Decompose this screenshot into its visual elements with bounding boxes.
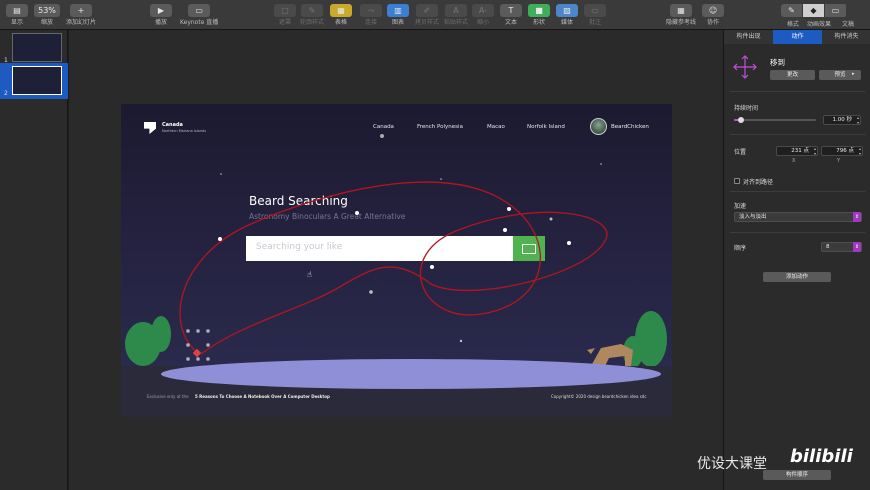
- align-path-label: 对齐到路径: [743, 179, 774, 186]
- hide-guides-button[interactable]: ▦ 隐藏参考线: [666, 4, 696, 26]
- paste-style-icon: A: [445, 4, 467, 17]
- mask-button[interactable]: ▢ 遮罩: [274, 4, 296, 26]
- outline-icon: ✎: [301, 4, 323, 17]
- document-label: 文稿: [842, 21, 855, 28]
- zoom-out-button[interactable]: A- 缩小: [472, 4, 494, 26]
- order-value: 8: [826, 244, 830, 250]
- connect-button[interactable]: ⤳ 连接: [360, 4, 382, 26]
- add-action-button[interactable]: 添加动作: [763, 272, 831, 282]
- slide-thumbnail-1[interactable]: 1: [0, 30, 68, 66]
- divider: [730, 191, 865, 192]
- bilibili-logo: bilibili: [790, 446, 853, 467]
- toolbar: ▤ 显示 53% 缩放 + 添加幻灯片 ▶ 播放 ▭ Keynote 直播 ▢ …: [0, 0, 870, 30]
- table-button[interactable]: ▦ 表格: [330, 4, 352, 26]
- connect-icon: ⤳: [360, 4, 382, 17]
- divider: [730, 134, 865, 135]
- align-path-checkbox[interactable]: [734, 178, 740, 184]
- chevron-updown-icon: ⇕: [853, 212, 861, 222]
- duration-slider[interactable]: [734, 117, 816, 123]
- shape-button[interactable]: ■ 形状: [528, 4, 550, 26]
- format-label: 格式: [787, 21, 800, 28]
- format-icon[interactable]: ✎: [781, 4, 803, 17]
- live-icon: ▭: [188, 4, 211, 17]
- zoom-value: 53%: [34, 4, 60, 17]
- position-label: 位置: [734, 149, 747, 156]
- shape-icon: ■: [528, 4, 550, 17]
- divider: [730, 232, 865, 233]
- slide-thumbnail-image: [12, 66, 62, 95]
- guides-icon: ▦: [670, 4, 692, 17]
- acceleration-select[interactable]: 淡入与淡出 ⇕: [734, 212, 862, 222]
- collaborate-button[interactable]: ☺ 协作: [702, 4, 724, 26]
- add-slide-button[interactable]: + 添加幻灯片: [66, 4, 96, 26]
- slide[interactable]: Canada Northern Mariana Islands Canada F…: [121, 104, 672, 417]
- play-button[interactable]: ▶ 播放: [150, 4, 172, 26]
- plus-icon: +: [70, 4, 92, 17]
- chevron-updown-icon: ⇕: [853, 242, 861, 252]
- keynote-live-button[interactable]: ▭ Keynote 直播: [180, 4, 218, 26]
- preview-play-icon: ▸: [852, 71, 855, 77]
- copy-style-icon: ✐: [416, 4, 438, 17]
- inspector-segmented-control: ✎ ◆ ▭: [781, 4, 847, 17]
- view-button[interactable]: ▤ 显示: [6, 4, 28, 26]
- duration-label: 持续时间: [734, 105, 759, 112]
- mask-icon: ▢: [274, 4, 296, 17]
- text-button[interactable]: T 文本: [500, 4, 522, 26]
- slide-thumbnail-image: [12, 33, 62, 62]
- paste-style-button[interactable]: A 粘贴样式: [444, 4, 468, 26]
- slide-thumbnail-2[interactable]: 2: [0, 63, 68, 99]
- acceleration-label: 加速: [734, 203, 747, 210]
- order-select[interactable]: 8 ⇕: [821, 242, 862, 252]
- svg-text:☝: ☝: [307, 270, 312, 279]
- position-x-stepper[interactable]: ▴ ▾: [812, 146, 818, 156]
- text-icon: T: [500, 4, 522, 17]
- chart-icon: ▥: [387, 4, 409, 17]
- chart-button[interactable]: ▥ 图表: [387, 4, 409, 26]
- table-icon: ▦: [330, 4, 352, 17]
- divider: [730, 91, 865, 92]
- position-y-stepper[interactable]: ▴ ▾: [857, 146, 863, 156]
- watermark-text: 优设大课堂: [697, 456, 767, 472]
- slide-canvas[interactable]: Canada Northern Mariana Islands Canada F…: [69, 30, 723, 490]
- view-icon: ▤: [6, 4, 28, 17]
- animate-inspector: 构件出现 动作 构件消失 移到 更改 预览 ▸ 持续时间 1.00 秒 ▴ ▾ 位…: [723, 30, 870, 490]
- tab-build-out[interactable]: 构件消失: [822, 30, 870, 44]
- effect-name: 移到: [770, 58, 785, 67]
- slide-navigator: 1 2: [0, 30, 68, 490]
- keynote-window: ▤ 显示 53% 缩放 + 添加幻灯片 ▶ 播放 ▭ Keynote 直播 ▢ …: [0, 0, 870, 490]
- move-arrows-icon: [733, 55, 757, 79]
- media-icon: ▨: [556, 4, 578, 17]
- motion-path[interactable]: ☝: [121, 104, 672, 417]
- tab-action[interactable]: 动作: [773, 30, 822, 44]
- comment-button[interactable]: ▭ 批注: [584, 4, 606, 26]
- comment-icon: ▭: [584, 4, 606, 17]
- inspector-tabs: 构件出现 动作 构件消失: [724, 30, 870, 44]
- document-icon[interactable]: ▭: [825, 4, 847, 17]
- x-caption: X: [792, 158, 796, 164]
- zoom-out-icon: A-: [472, 4, 494, 17]
- build-order-button[interactable]: 构件顺序: [763, 470, 831, 480]
- change-button[interactable]: 更改: [770, 70, 815, 80]
- play-icon: ▶: [150, 4, 172, 17]
- media-button[interactable]: ▨ 媒体: [556, 4, 578, 26]
- y-caption: Y: [837, 158, 841, 164]
- collaborate-icon: ☺: [702, 4, 724, 17]
- animate-label: 动画效果: [807, 21, 832, 28]
- acceleration-value: 淡入与淡出: [739, 214, 767, 220]
- duration-stepper[interactable]: ▴ ▾: [855, 115, 861, 125]
- tab-build-in[interactable]: 构件出现: [724, 30, 773, 44]
- copy-style-button[interactable]: ✐ 拷贝样式: [415, 4, 439, 26]
- order-label: 顺序: [734, 245, 747, 252]
- outline-style-button[interactable]: ✎ 轮廓样式: [300, 4, 324, 26]
- zoom-select[interactable]: 53% 缩放: [34, 4, 60, 26]
- duration-slider-knob[interactable]: [737, 117, 744, 123]
- animate-icon[interactable]: ◆: [803, 4, 825, 17]
